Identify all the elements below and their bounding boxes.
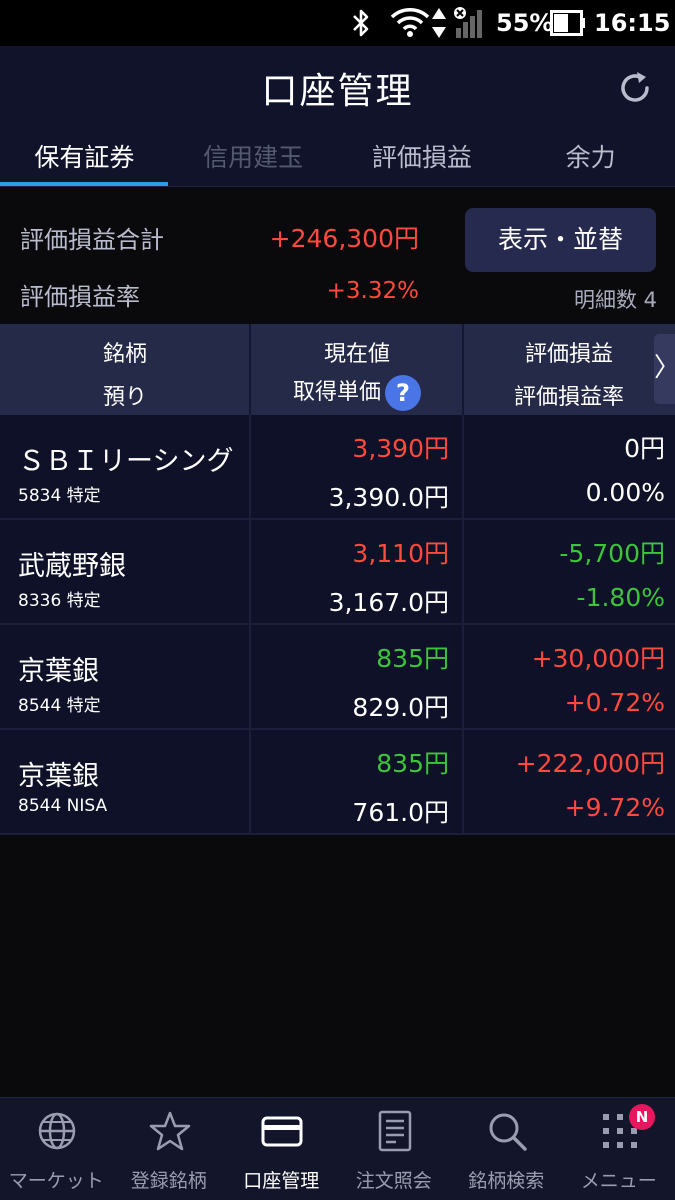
column-divider xyxy=(462,730,464,833)
display-sort-button[interactable]: 表示・並替 xyxy=(465,208,656,272)
table-header: 銘柄 預り 現在値 取得単価? 評価損益 評価損益率 xyxy=(0,324,675,415)
nav-market[interactable]: マーケット xyxy=(0,1098,113,1200)
current-price: 3,110円 xyxy=(352,539,449,568)
column-divider xyxy=(249,730,251,833)
stock-name: ＳＢＩリーシング xyxy=(18,446,234,477)
col-header-price: 現在値 xyxy=(323,342,390,367)
column-divider xyxy=(462,625,464,728)
data-arrows-icon xyxy=(430,0,448,46)
signal-icon xyxy=(452,0,486,46)
nav-label: 口座管理 xyxy=(243,1170,320,1192)
nav-label: 銘柄検索 xyxy=(468,1170,545,1192)
pl-rate-label: 評価損益率 xyxy=(20,283,140,311)
table-row[interactable]: ＳＢＩリーシング 5834 特定 3,390円 3,390.0円 0円 0.00… xyxy=(0,415,675,520)
stock-name: 武蔵野銀 xyxy=(18,551,126,582)
nav-label: メニュー xyxy=(580,1170,657,1192)
col-header-pl: 評価損益 xyxy=(524,342,613,367)
current-price: 835円 xyxy=(376,749,449,778)
nav-label: 注文照会 xyxy=(355,1170,432,1192)
total-pl-value: +246,300円 xyxy=(269,224,419,253)
table-row[interactable]: 武蔵野銀 8336 特定 3,110円 3,167.0円 -5,700円 -1.… xyxy=(0,520,675,625)
profit-loss-rate: -1.80% xyxy=(576,583,665,612)
profit-loss: 0円 xyxy=(624,434,665,463)
nav-label: マーケット xyxy=(8,1170,104,1192)
profit-loss-rate: +0.72% xyxy=(564,688,665,717)
tab-profit-loss[interactable]: 評価損益 xyxy=(338,130,507,187)
stock-name: 京葉銀 xyxy=(18,656,99,687)
stock-code: 5834 特定 xyxy=(18,486,101,506)
table-row[interactable]: 京葉銀 8544 NISA 835円 761.0円 +222,000円 +9.7… xyxy=(0,730,675,835)
summary-panel: 評価損益合計 +246,300円 評価損益率 +3.32% 表示・並替 明細数 … xyxy=(0,188,675,324)
app-header: 口座管理 xyxy=(0,46,675,130)
page-title: 口座管理 xyxy=(261,71,414,112)
wifi-icon xyxy=(390,0,430,46)
stock-code: 8336 特定 xyxy=(18,591,101,611)
profit-loss: -5,700円 xyxy=(559,539,665,568)
current-price: 3,390円 xyxy=(352,434,449,463)
document-icon xyxy=(378,1110,411,1152)
tab-bar: 保有証券 信用建玉 評価損益 余力 xyxy=(0,130,675,187)
nav-label: 登録銘柄 xyxy=(130,1170,207,1192)
column-divider xyxy=(249,415,251,518)
star-icon xyxy=(149,1111,190,1151)
total-pl-label: 評価損益合計 xyxy=(20,226,164,254)
col-header-cost: 取得単価? xyxy=(251,374,463,411)
refresh-button[interactable] xyxy=(615,68,655,108)
nav-orders[interactable]: 注文照会 xyxy=(338,1098,451,1200)
col-header-pl-rate: 評価損益率 xyxy=(513,385,624,410)
active-tab-indicator xyxy=(0,182,168,186)
stock-name: 京葉銀 xyxy=(18,761,99,792)
bluetooth-icon xyxy=(348,0,374,46)
menu-notification-badge: N xyxy=(629,1104,655,1130)
tab-buying-power[interactable]: 余力 xyxy=(506,130,675,187)
acquisition-price: 761.0円 xyxy=(352,798,449,827)
card-icon xyxy=(261,1116,303,1147)
current-price: 835円 xyxy=(376,644,449,673)
stock-code: 8544 NISA xyxy=(18,796,108,816)
globe-icon xyxy=(38,1112,76,1150)
col-header-stock: 銘柄 xyxy=(102,342,147,367)
nav-account[interactable]: 口座管理 xyxy=(225,1098,338,1200)
nav-search[interactable]: 銘柄検索 xyxy=(450,1098,563,1200)
column-divider xyxy=(249,520,251,623)
scroll-right-button[interactable]: 〉 xyxy=(654,334,675,404)
search-icon xyxy=(489,1113,527,1151)
tab-holdings[interactable]: 保有証券 xyxy=(0,130,169,187)
bottom-navigation: マーケット 登録銘柄 口座管理 注文照会 銘柄検索 メニュー xyxy=(0,1097,675,1200)
acquisition-price: 3,390.0円 xyxy=(328,483,449,512)
help-icon[interactable]: ? xyxy=(385,375,421,411)
col-header-custody: 預り xyxy=(102,385,147,410)
refresh-icon xyxy=(621,72,649,102)
profit-loss-rate: 0.00% xyxy=(585,478,665,507)
battery-percent: 55% xyxy=(496,9,554,37)
column-divider xyxy=(249,625,251,728)
table-row[interactable]: 京葉銀 8544 特定 835円 829.0円 +30,000円 +0.72% xyxy=(0,625,675,730)
clock: 16:15 xyxy=(594,9,671,37)
profit-loss: +222,000円 xyxy=(515,749,665,778)
tab-margin-positions[interactable]: 信用建玉 xyxy=(169,130,338,187)
nav-watchlist[interactable]: 登録銘柄 xyxy=(113,1098,226,1200)
battery-icon xyxy=(550,0,586,46)
detail-count: 明細数 4 xyxy=(573,288,657,312)
profit-loss-rate: +9.72% xyxy=(564,793,665,822)
status-bar: 55% 16:15 xyxy=(0,0,675,46)
column-divider xyxy=(462,415,464,518)
acquisition-price: 3,167.0円 xyxy=(328,588,449,617)
profit-loss: +30,000円 xyxy=(531,644,665,673)
nav-menu[interactable]: メニュー xyxy=(563,1098,675,1200)
acquisition-price: 829.0円 xyxy=(352,693,449,722)
stock-code: 8544 特定 xyxy=(18,696,101,716)
pl-rate-value: +3.32% xyxy=(326,278,419,304)
column-divider xyxy=(462,520,464,623)
